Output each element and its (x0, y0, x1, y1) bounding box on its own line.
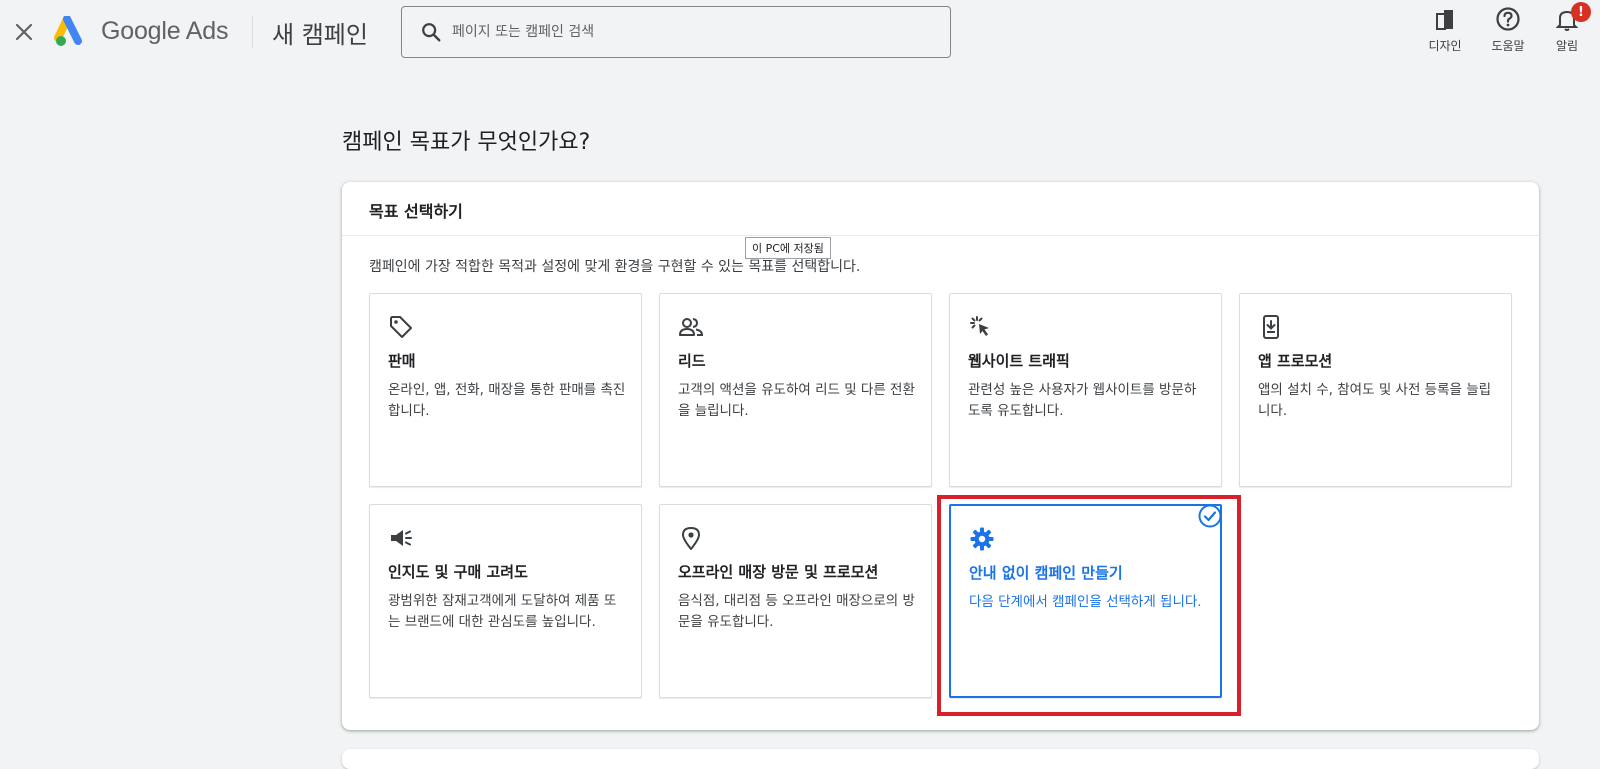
card-title: 목표 선택하기 (369, 202, 463, 221)
goal-title: 인지도 및 구매 고려도 (388, 563, 528, 581)
goal-no-guidance[interactable]: 안내 없이 캠페인 만들기 다음 단계에서 캠페인을 선택하게 됩니다. (949, 504, 1222, 698)
goal-website-traffic[interactable]: 웹사이트 트래픽 관련성 높은 사용자가 웹사이트를 방문하도록 유도합니다. (949, 293, 1222, 487)
goal-description: 음식점, 대리점 등 오프라인 매장으로의 방문을 유도합니다. (678, 593, 915, 630)
brand-name: Google Ads (101, 17, 229, 45)
goal-description: 온라인, 앱, 전화, 매장을 통한 판매를 촉진합니다. (388, 382, 626, 419)
tag-icon (390, 316, 412, 338)
goal-leads[interactable]: 리드 고객의 액션을 유도하여 리드 및 다른 전환을 늘립니다. (659, 293, 932, 487)
cursor-click-icon (970, 316, 989, 336)
appearance-icon (1436, 10, 1453, 30)
notifications-label: 알림 (1555, 39, 1579, 53)
goal-awareness[interactable]: 인지도 및 구매 고려도 광범위한 잠재고객에게 도달하여 제품 또는 브랜드에… (369, 504, 642, 698)
help-button[interactable]: 도움말 (1478, 4, 1538, 56)
page-title: 새 캠페인 (272, 21, 368, 49)
goal-title: 웹사이트 트래픽 (968, 352, 1070, 370)
goal-title: 리드 (678, 352, 706, 370)
header-divider (252, 16, 253, 48)
phone-download-icon (1263, 315, 1279, 339)
goal-description: 관련성 높은 사용자가 웹사이트를 방문하도록 유도합니다. (968, 382, 1197, 419)
goal-selection-card: 목표 선택하기 캠페인에 가장 적합한 목적과 설정에 맞게 환경을 구현할 수… (342, 182, 1539, 730)
location-pin-icon (682, 527, 700, 550)
goal-description: 앱의 설치 수, 참여도 및 사전 등록을 늘립니다. (1258, 382, 1492, 419)
close-button[interactable] (10, 18, 38, 46)
check-circle-icon (1198, 504, 1222, 528)
help-label: 도움말 (1491, 39, 1525, 53)
notification-badge: ! (1571, 2, 1591, 22)
goal-title: 판매 (388, 352, 416, 370)
close-icon (15, 23, 33, 41)
next-section-card (342, 749, 1539, 769)
goal-title: 앱 프로모션 (1258, 352, 1333, 370)
goal-title: 안내 없이 캠페인 만들기 (969, 564, 1123, 582)
people-icon (679, 318, 704, 336)
search-icon (422, 23, 441, 42)
goal-sales[interactable]: 판매 온라인, 앱, 전화, 매장을 통한 판매를 촉진합니다. (369, 293, 642, 487)
card-divider (342, 235, 1539, 236)
app-header: Google Ads 새 캠페인 디자인 도움말 ! 알림 (0, 0, 1600, 64)
notifications-button[interactable]: ! 알림 (1537, 2, 1597, 56)
gear-icon (970, 527, 994, 551)
search-input[interactable] (452, 24, 932, 40)
appearance-button[interactable]: 디자인 (1415, 4, 1475, 56)
goal-app-promotion[interactable]: 앱 프로모션 앱의 설치 수, 참여도 및 사전 등록을 늘립니다. (1239, 293, 1512, 487)
help-icon (1496, 7, 1520, 31)
card-description: 캠페인에 가장 적합한 목적과 설정에 맞게 환경을 구현할 수 있는 목표를 … (369, 259, 861, 275)
goal-local-store-visits[interactable]: 오프라인 매장 방문 및 프로모션 음식점, 대리점 등 오프라인 매장으로의 … (659, 504, 932, 698)
saved-tooltip: 이 PC에 저장됨 (745, 237, 831, 259)
appearance-label: 디자인 (1428, 39, 1462, 53)
megaphone-icon (391, 530, 412, 546)
goal-description: 다음 단계에서 캠페인을 선택하게 됩니다. (969, 594, 1202, 610)
page-heading: 캠페인 목표가 무엇인가요? (342, 130, 591, 155)
goal-title: 오프라인 매장 방문 및 프로모션 (678, 563, 879, 581)
goal-description: 고객의 액션을 유도하여 리드 및 다른 전환을 늘립니다. (678, 382, 915, 419)
goal-description: 광범위한 잠재고객에게 도달하여 제품 또는 브랜드에 대한 관심도를 높입니다… (388, 593, 617, 630)
search-box[interactable] (401, 6, 951, 58)
google-ads-logo-icon (54, 16, 82, 46)
